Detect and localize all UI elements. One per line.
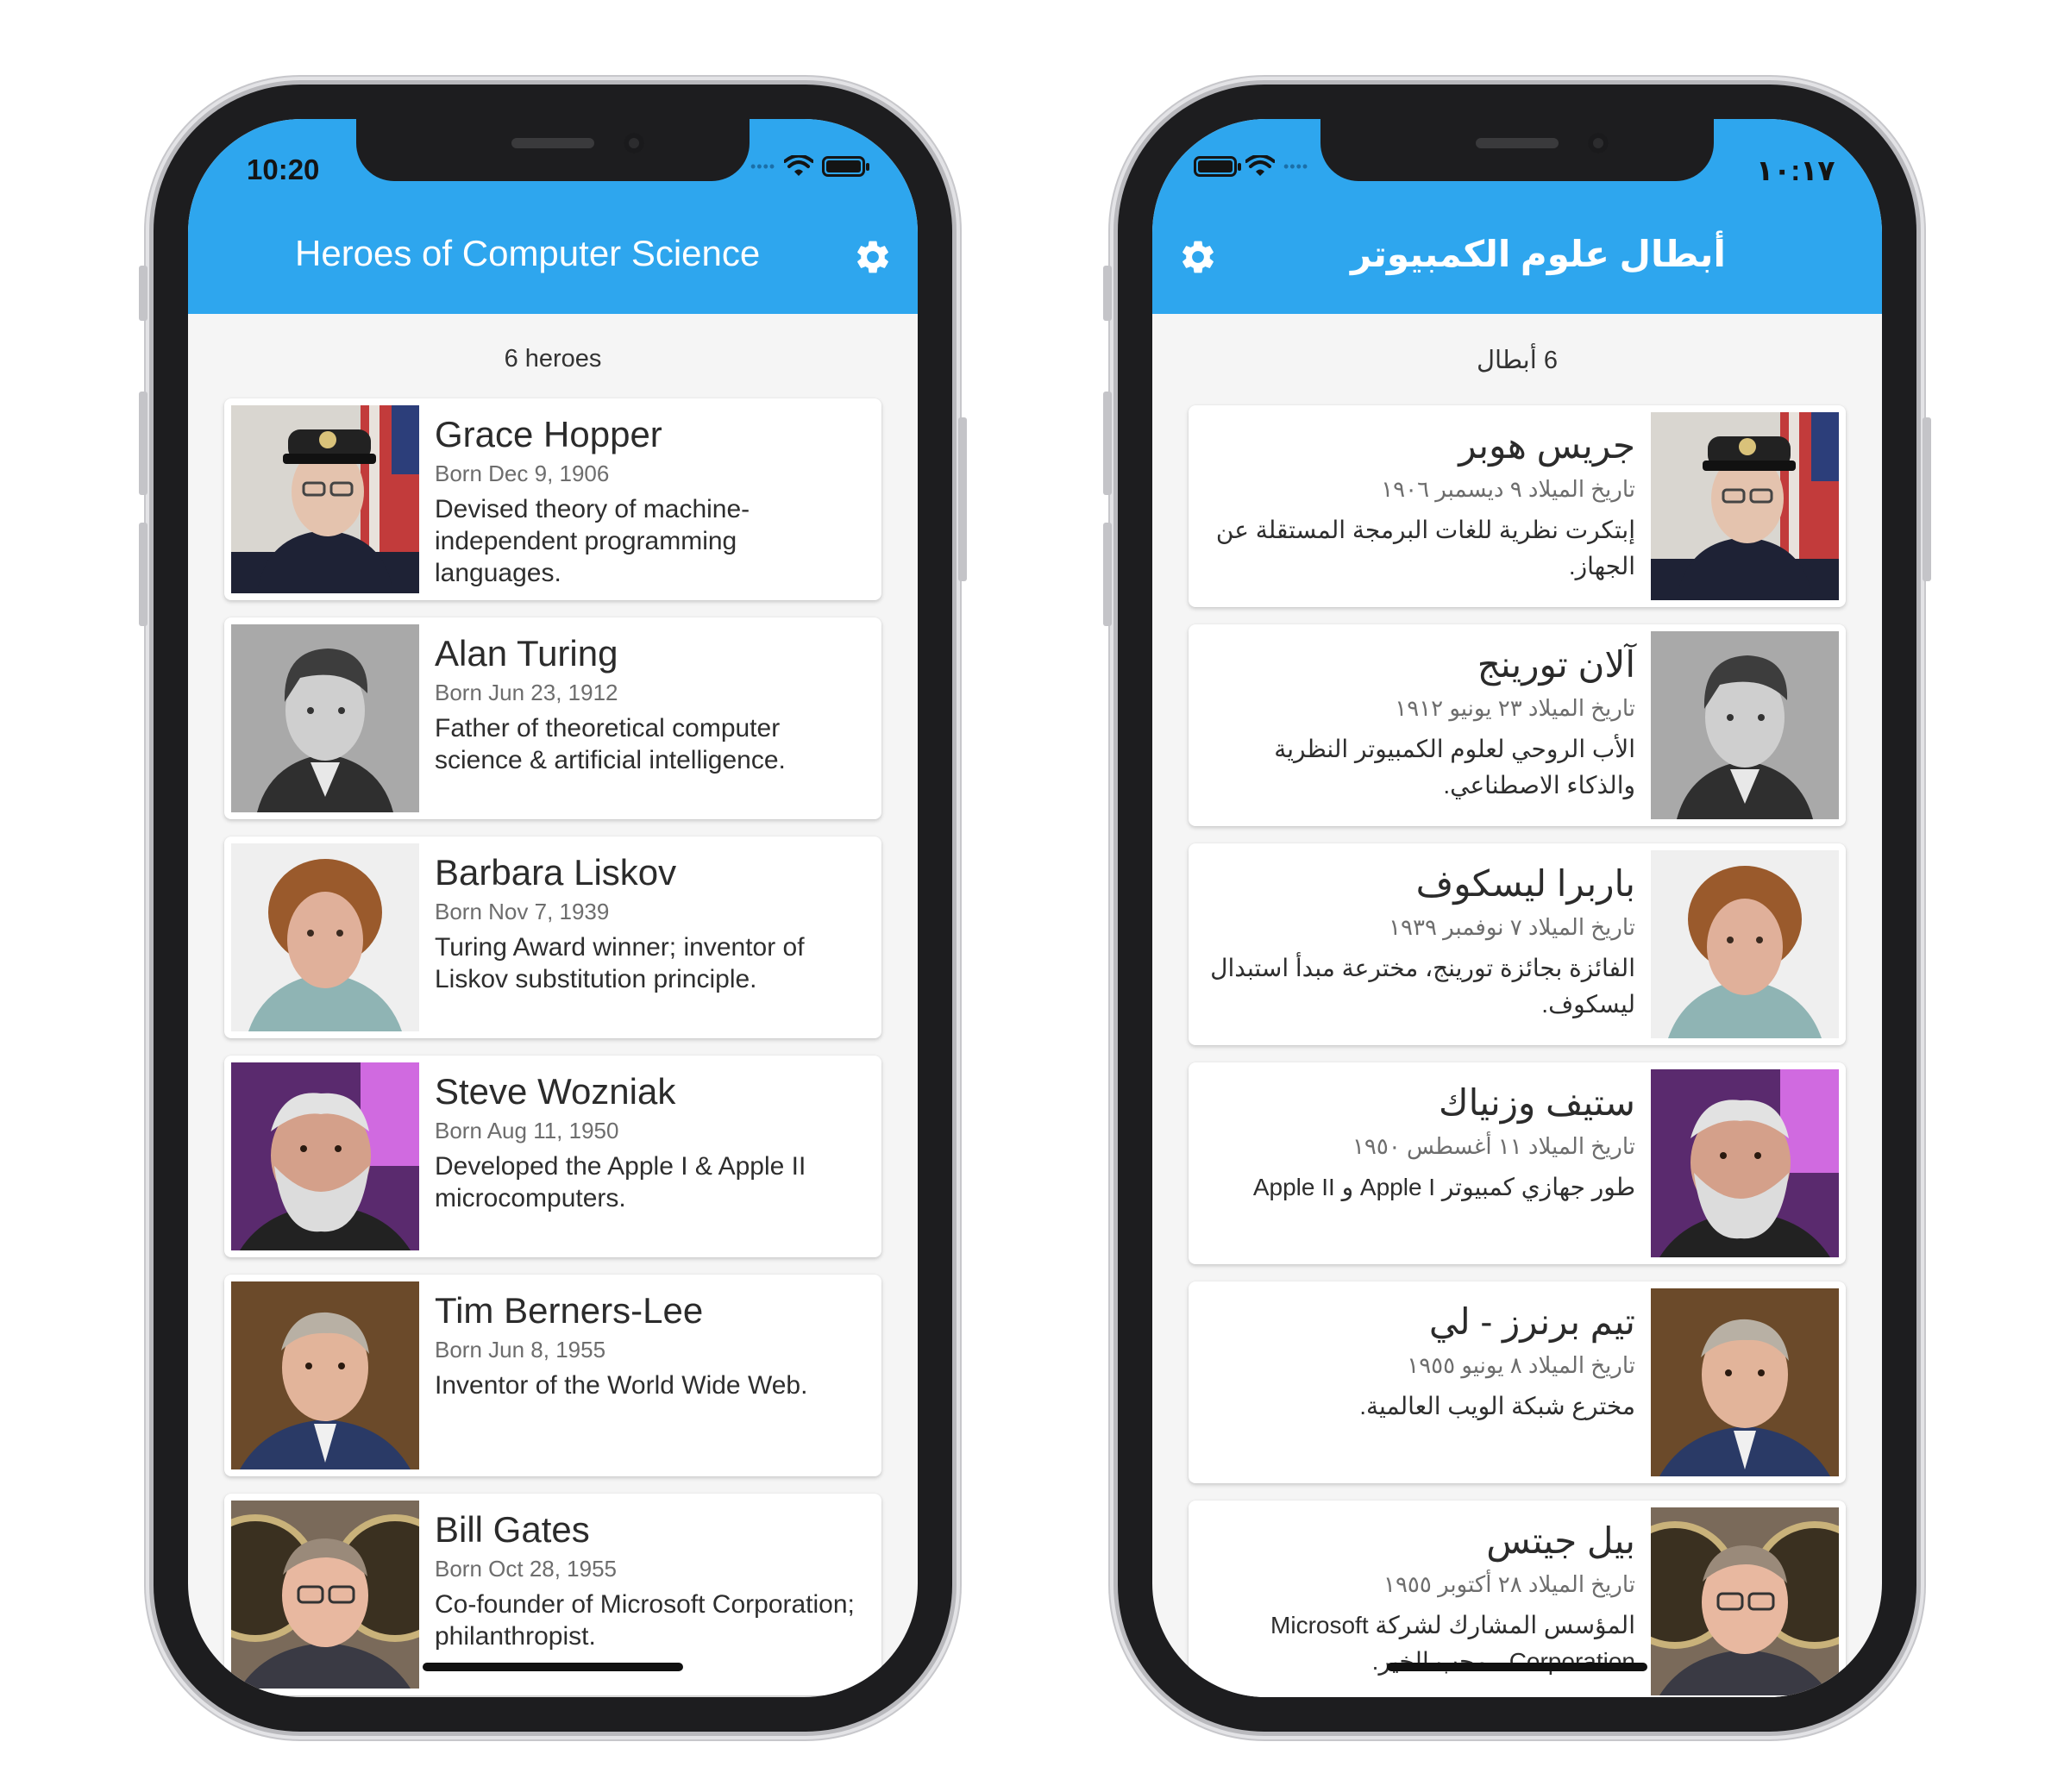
hero-card[interactable]: Steve Wozniak Born Aug 11, 1950 Develope… — [224, 1056, 881, 1257]
home-indicator[interactable] — [423, 1663, 683, 1671]
hero-photo — [231, 405, 419, 593]
hero-name: Bill Gates — [435, 1509, 590, 1550]
hero-birthdate: Born Jun 8, 1955 — [435, 1337, 606, 1363]
hero-count: 6 أبطال — [1476, 347, 1559, 374]
hero-birthdate: Born Jun 23, 1912 — [435, 680, 618, 705]
hero-description: Inventor of the World Wide Web. — [435, 1371, 808, 1400]
phone-frame-arabic: •••• ١٠:١٧ أبطال علوم الكمبيوتر 6 أبطال … — [1103, 85, 1931, 1732]
hero-photo — [231, 1062, 419, 1250]
hero-photo — [1651, 1288, 1839, 1476]
volume-down-button — [139, 523, 147, 626]
status-icons: •••• — [750, 155, 870, 178]
status-time: 10:20 — [247, 154, 320, 185]
hero-description: مخترع شبكة الويب العالمية. — [1359, 1393, 1635, 1419]
battery-icon — [822, 156, 870, 177]
speaker — [1476, 138, 1559, 148]
hero-name: Barbara Liskov — [435, 852, 677, 893]
hero-name: آلان تورينج — [1477, 644, 1635, 685]
hero-description: الأب الروحي لعلوم الكمبيوتر النظرية والذ… — [1274, 736, 1635, 799]
hero-birthdate: تاريخ الميلاد ٩ ديسمبر ١٩٠٦ — [1381, 476, 1635, 502]
front-camera — [624, 133, 644, 154]
hero-card[interactable]: جريس هوبر تاريخ الميلاد ٩ ديسمبر ١٩٠٦ إب… — [1189, 405, 1846, 607]
hero-photo — [231, 624, 419, 812]
battery-icon — [1194, 156, 1241, 177]
hero-description: Turing Award winner; inventor of Liskov … — [435, 933, 805, 993]
hero-description: Developed the Apple I & Apple II microco… — [435, 1152, 806, 1212]
hero-name: Grace Hopper — [435, 414, 662, 454]
phone-frame-english: 10:20 •••• Heroes of Computer Science 6 … — [139, 85, 967, 1732]
hero-name: Steve Wozniak — [435, 1071, 676, 1112]
hero-description: Co-founder of Microsoft Corporation; phi… — [435, 1590, 855, 1651]
hero-photo — [1651, 1069, 1839, 1257]
wifi-icon — [784, 155, 814, 176]
hero-photo — [1651, 1507, 1839, 1695]
hero-birthdate: Born Oct 28, 1955 — [435, 1556, 618, 1582]
hero-name: Alan Turing — [435, 633, 618, 674]
hero-photo — [1651, 412, 1839, 600]
hero-description: Devised theory of machine-independent pr… — [435, 495, 750, 587]
hero-card[interactable]: ستيف وزنياك تاريخ الميلاد ١١ أغسطس ١٩٥٠ … — [1189, 1062, 1846, 1264]
screen-arabic: •••• ١٠:١٧ أبطال علوم الكمبيوتر 6 أبطال … — [1152, 119, 1882, 1697]
hero-name: ستيف وزنياك — [1438, 1082, 1635, 1123]
hero-card[interactable]: باربرا ليسكوف تاريخ الميلاد ٧ نوفمبر ١٩٣… — [1189, 843, 1846, 1045]
hero-count: 6 heroes — [504, 345, 602, 373]
hero-card[interactable]: Tim Berners-Lee Born Jun 8, 1955 Invento… — [224, 1275, 881, 1476]
hero-card[interactable]: آلان تورينج تاريخ الميلاد ٢٣ يونيو ١٩١٢ … — [1189, 624, 1846, 826]
hero-card[interactable]: Alan Turing Born Jun 23, 1912 Father of … — [224, 617, 881, 819]
status-time: ١٠:١٧ — [1756, 154, 1835, 186]
gear-icon[interactable] — [1178, 237, 1218, 277]
silent-switch — [1103, 266, 1112, 321]
app-bar: 10:20 •••• Heroes of Computer Science — [188, 119, 918, 314]
speaker — [511, 138, 594, 148]
hero-name: تيم برنرز - لي — [1428, 1301, 1635, 1342]
hero-birthdate: تاريخ الميلاد ٢٨ أكتوبر ١٩٥٥ — [1383, 1571, 1635, 1597]
hero-photo — [1651, 850, 1839, 1038]
cellular-icon: •••• — [1283, 157, 1309, 175]
wifi-icon — [1245, 155, 1275, 176]
gear-icon[interactable] — [853, 237, 893, 277]
hero-birthdate: تاريخ الميلاد ٢٣ يونيو ١٩١٢ — [1395, 695, 1635, 721]
status-icons: •••• — [1194, 155, 1308, 178]
hero-description: Father of theoretical computer science &… — [435, 714, 786, 774]
hero-description: الفائزة بجائزة تورينج، مخترعة مبدأ استبد… — [1210, 955, 1635, 1018]
hero-name: بيل جيتس — [1486, 1520, 1635, 1561]
home-indicator[interactable] — [1387, 1663, 1647, 1671]
hero-birthdate: Born Dec 9, 1906 — [435, 461, 610, 486]
volume-up-button — [139, 392, 147, 495]
hero-name: باربرا ليسكوف — [1415, 863, 1635, 904]
hero-birthdate: تاريخ الميلاد ٧ نوفمبر ١٩٣٩ — [1389, 914, 1635, 940]
hero-description: طور جهازي كمبيوتر Apple I و Apple II — [1252, 1174, 1635, 1200]
hero-card[interactable]: تيم برنرز - لي تاريخ الميلاد ٨ يونيو ١٩٥… — [1189, 1281, 1846, 1483]
front-camera — [1588, 133, 1609, 154]
silent-switch — [139, 266, 147, 321]
volume-down-button — [1103, 523, 1112, 626]
hero-card[interactable]: Barbara Liskov Born Nov 7, 1939 Turing A… — [224, 836, 881, 1038]
volume-up-button — [1103, 392, 1112, 495]
hero-description: إبتكرت نظرية للغات البرمجة المستقلة عن ا… — [1215, 517, 1635, 580]
hero-card[interactable]: Grace Hopper Born Dec 9, 1906 Devised th… — [224, 398, 881, 600]
hero-birthdate: Born Aug 11, 1950 — [435, 1118, 619, 1143]
hero-photo — [231, 843, 419, 1031]
side-button — [958, 417, 967, 581]
hero-birthdate: تاريخ الميلاد ٨ يونيو ١٩٥٥ — [1407, 1352, 1635, 1378]
cellular-icon: •••• — [750, 157, 776, 175]
app-bar: •••• ١٠:١٧ أبطال علوم الكمبيوتر — [1152, 119, 1882, 314]
hero-photo — [1651, 631, 1839, 819]
app-title: أبطال علوم الكمبيوتر — [1351, 234, 1726, 274]
side-button — [1923, 417, 1931, 581]
hero-name: جريس هوبر — [1458, 425, 1635, 466]
notch — [356, 119, 750, 181]
hero-photo — [231, 1501, 419, 1689]
screen-english: 10:20 •••• Heroes of Computer Science 6 … — [188, 119, 918, 1697]
hero-birthdate: Born Nov 7, 1939 — [435, 899, 610, 924]
app-title: Heroes of Computer Science — [295, 233, 761, 273]
hero-name: Tim Berners-Lee — [435, 1290, 704, 1331]
hero-birthdate: تاريخ الميلاد ١١ أغسطس ١٩٥٠ — [1352, 1133, 1635, 1159]
hero-photo — [231, 1281, 419, 1469]
notch — [1320, 119, 1714, 181]
